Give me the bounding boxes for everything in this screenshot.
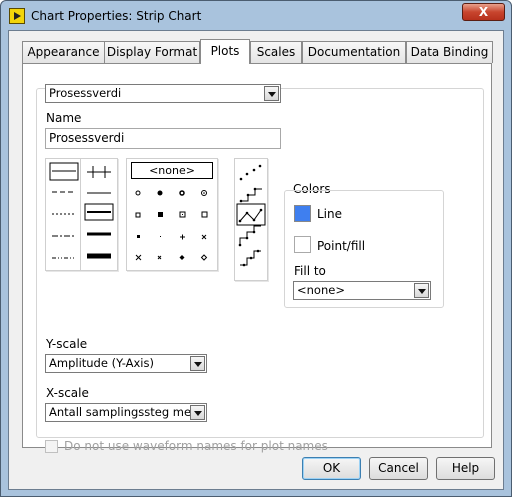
cancel-button[interactable]: Cancel xyxy=(369,457,428,480)
tab-appearance[interactable]: Appearance xyxy=(22,41,105,63)
help-button[interactable]: Help xyxy=(436,457,495,480)
line-width-palette[interactable] xyxy=(80,158,118,271)
title-bar[interactable]: Chart Properties: Strip Chart X xyxy=(1,1,511,31)
tab-documentation[interactable]: Documentation xyxy=(302,41,406,63)
tab-display-format[interactable]: Display Format xyxy=(104,41,200,63)
point-style-options xyxy=(135,190,208,261)
chevron-down-icon[interactable] xyxy=(264,86,279,101)
chevron-down-icon[interactable] xyxy=(190,405,205,420)
fill-to-value: <none> xyxy=(297,283,345,297)
point-fill-label: Point/fill xyxy=(317,239,366,253)
dialog-window: Chart Properties: Strip Chart X Appearan… xyxy=(0,0,512,497)
yscale-dropdown[interactable]: Amplitude (Y-Axis) xyxy=(45,354,207,373)
dialog-body: Appearance Display Format Plots Scales D… xyxy=(8,30,504,490)
chevron-down-icon[interactable] xyxy=(190,356,205,371)
xscale-value: Antall samplingssteg med xyxy=(49,405,199,419)
labview-app-icon xyxy=(9,8,25,24)
interpolation-options xyxy=(236,164,266,267)
tab-scales[interactable]: Scales xyxy=(250,41,302,63)
plot-select-value: Prosessverdi xyxy=(49,86,122,100)
waveform-names-label: Do not use waveform names for plot names xyxy=(64,439,328,453)
xscale-label: X-scale xyxy=(46,386,89,400)
window-title: Chart Properties: Strip Chart xyxy=(31,9,202,23)
plot-select-dropdown[interactable]: Prosessverdi xyxy=(45,84,281,103)
line-width-options xyxy=(84,166,114,259)
line-color-swatch[interactable] xyxy=(294,205,311,222)
chevron-down-icon[interactable] xyxy=(414,283,429,298)
close-button[interactable]: X xyxy=(462,3,505,21)
plots-panel: Prosessverdi Name Prosessverdi <none> Co… xyxy=(22,63,492,453)
name-label: Name xyxy=(46,111,82,125)
fill-to-dropdown[interactable]: <none> xyxy=(293,281,431,300)
plot-name-input[interactable]: Prosessverdi xyxy=(45,128,281,149)
ok-button[interactable]: OK xyxy=(302,457,361,480)
tab-plots[interactable]: Plots xyxy=(200,39,250,64)
waveform-names-checkbox[interactable] xyxy=(45,440,58,453)
yscale-label: Y-scale xyxy=(46,337,88,351)
tab-data-binding[interactable]: Data Binding xyxy=(406,41,493,63)
line-color-label: Line xyxy=(317,207,343,221)
point-fill-color-swatch[interactable] xyxy=(294,236,311,253)
point-style-palette[interactable]: <none> xyxy=(126,158,218,271)
xscale-dropdown[interactable]: Antall samplingssteg med xyxy=(45,403,207,422)
yscale-value: Amplitude (Y-Axis) xyxy=(49,356,154,370)
line-style-options xyxy=(49,162,79,259)
line-style-palette[interactable] xyxy=(45,158,83,271)
fill-to-label: Fill to xyxy=(294,264,326,278)
interpolation-palette[interactable] xyxy=(234,158,268,281)
